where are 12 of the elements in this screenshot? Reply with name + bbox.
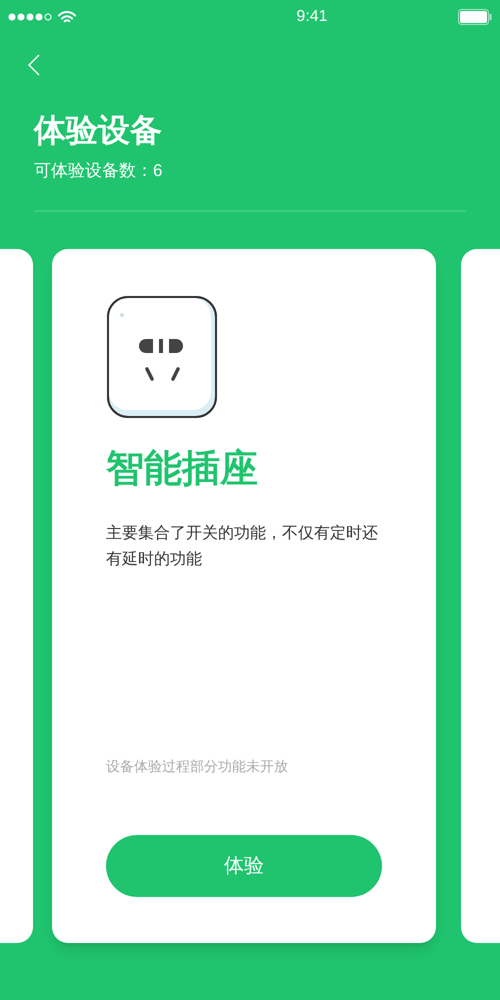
page-title: 体验设备 bbox=[34, 111, 163, 150]
back-button[interactable] bbox=[28, 52, 42, 78]
battery-icon bbox=[458, 9, 492, 25]
status-time: 9:41 bbox=[296, 7, 328, 27]
signal-icon bbox=[8, 13, 54, 21]
device-name: 智能插座 bbox=[106, 446, 259, 492]
notice-text: 设备体验过程部分功能未开放 bbox=[106, 756, 289, 776]
device-description: 主要集合了开关的功能，不仅有定时还有延时的功能 bbox=[106, 524, 379, 570]
wifi-icon bbox=[58, 10, 76, 24]
socket-icon bbox=[106, 294, 218, 418]
device-card[interactable]: 智能插座 主要集合了开关的功能，不仅有定时还有延时的功能 设备体验过程部分功能未开放 体验 bbox=[52, 248, 436, 942]
device-count: 可体验设备数：6 bbox=[34, 160, 164, 182]
